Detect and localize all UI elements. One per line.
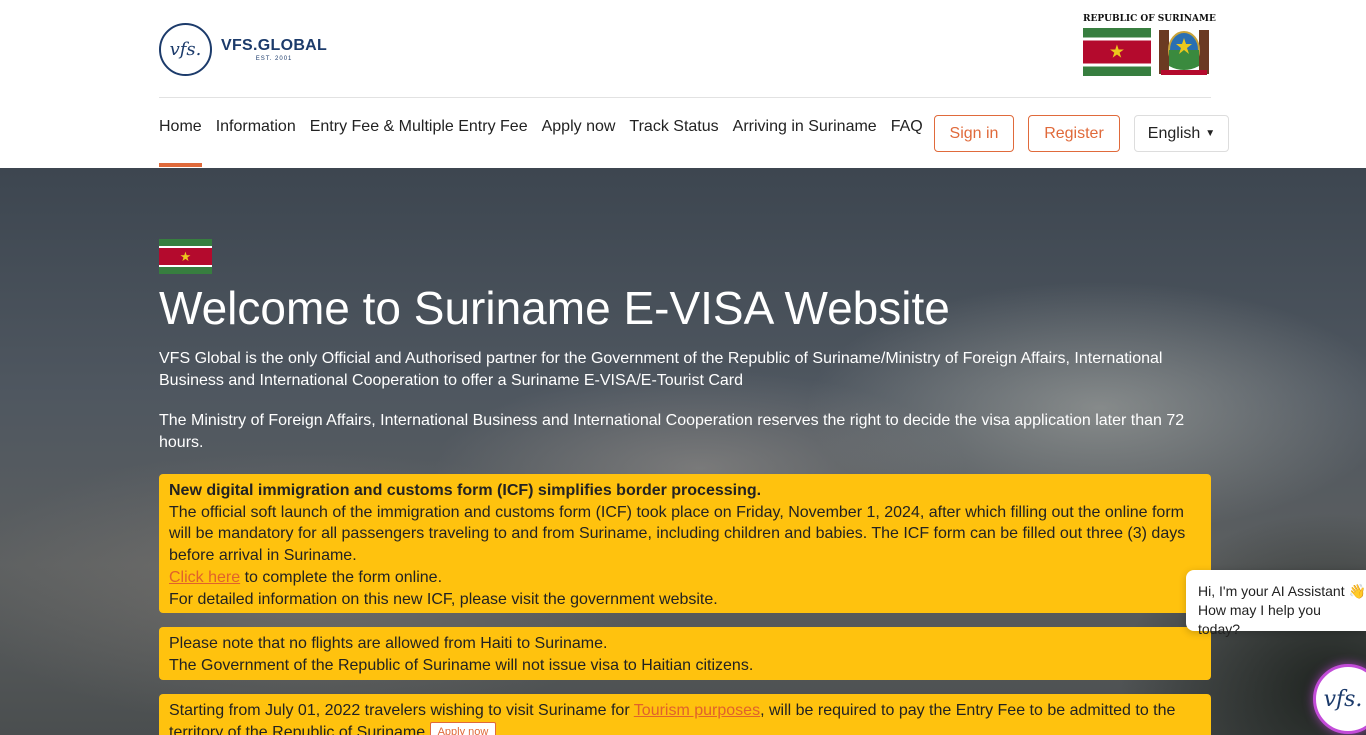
language-select[interactable]: English ▼ <box>1134 115 1229 152</box>
coat-of-arms-icon <box>1159 30 1209 75</box>
site-header: vfs. VFS.GLOBAL EST. 2001 REPUBLIC OF SU… <box>0 0 1366 168</box>
tourism-notice: Starting from July 01, 2022 travelers wi… <box>159 694 1211 735</box>
brand-est: EST. 2001 <box>255 56 293 62</box>
tourism-purposes-link[interactable]: Tourism purposes <box>634 702 760 719</box>
brand-name: VFS.GLOBAL <box>221 37 328 54</box>
logo-text: VFS.GLOBAL EST. 2001 <box>221 37 327 62</box>
suriname-flag-icon: ★ <box>159 239 212 274</box>
ministry-paragraph: The Ministry of Foreign Affairs, Interna… <box>159 412 1185 451</box>
icf-body: The official soft launch of the immigrat… <box>169 503 1186 565</box>
vfs-global-logo[interactable]: vfs. VFS.GLOBAL EST. 2001 <box>159 23 327 76</box>
suriname-flag-icon: ★ <box>1083 28 1151 76</box>
nav-arriving-in-suriname[interactable]: Arriving in Suriname <box>733 118 877 136</box>
hero-section: ★ Welcome to Suriname E-VISA Website VFS… <box>0 168 1366 735</box>
haiti-line-2: The Government of the Republic of Surina… <box>169 656 754 674</box>
nav-track-status[interactable]: Track Status <box>629 118 718 136</box>
chat-prompt: How may I help you today? <box>1198 602 1321 637</box>
icf-notice: New digital immigration and customs form… <box>159 474 1211 613</box>
apply-now-button[interactable]: Apply now <box>429 722 497 735</box>
intro-paragraph: VFS Global is the only Official and Auth… <box>159 350 1163 389</box>
nav-information[interactable]: Information <box>216 118 296 136</box>
nav-entry-fee[interactable]: Entry Fee & Multiple Entry Fee <box>310 118 528 136</box>
republic-of-suriname-emblem: REPUBLIC OF SURINAME ★ <box>1083 14 1216 76</box>
page-title: Welcome to Suriname E-VISA Website <box>159 282 950 334</box>
main-nav: Home Information Entry Fee & Multiple En… <box>159 118 937 167</box>
haiti-line-1: Please note that no flights are allowed … <box>169 635 608 652</box>
language-label: English <box>1147 124 1201 142</box>
sign-in-button[interactable]: Sign in <box>934 115 1014 152</box>
chat-greeting: Hi, I'm your AI Assistant 👋 <box>1198 583 1366 599</box>
ai-assistant-bubble[interactable]: Hi, I'm your AI Assistant 👋 How may I he… <box>1186 570 1366 637</box>
nav-apply-now[interactable]: Apply now <box>542 118 616 136</box>
icf-click-here-link[interactable]: Click here <box>169 569 240 586</box>
tourism-before: Starting from July 01, 2022 travelers wi… <box>169 702 634 719</box>
header-divider <box>159 97 1211 98</box>
republic-title: REPUBLIC OF SURINAME <box>1083 14 1216 24</box>
chevron-down-icon: ▼ <box>1205 128 1216 139</box>
vfs-logo-mark: vfs. <box>159 23 212 76</box>
nav-home[interactable]: Home <box>159 118 202 167</box>
nav-faq[interactable]: FAQ <box>891 118 923 136</box>
icf-heading: New digital immigration and customs form… <box>169 482 762 499</box>
icf-details: For detailed information on this new ICF… <box>169 590 718 608</box>
haiti-notice: Please note that no flights are allowed … <box>159 627 1211 680</box>
register-button[interactable]: Register <box>1028 115 1120 152</box>
icf-link-after: to complete the form online. <box>240 568 443 586</box>
